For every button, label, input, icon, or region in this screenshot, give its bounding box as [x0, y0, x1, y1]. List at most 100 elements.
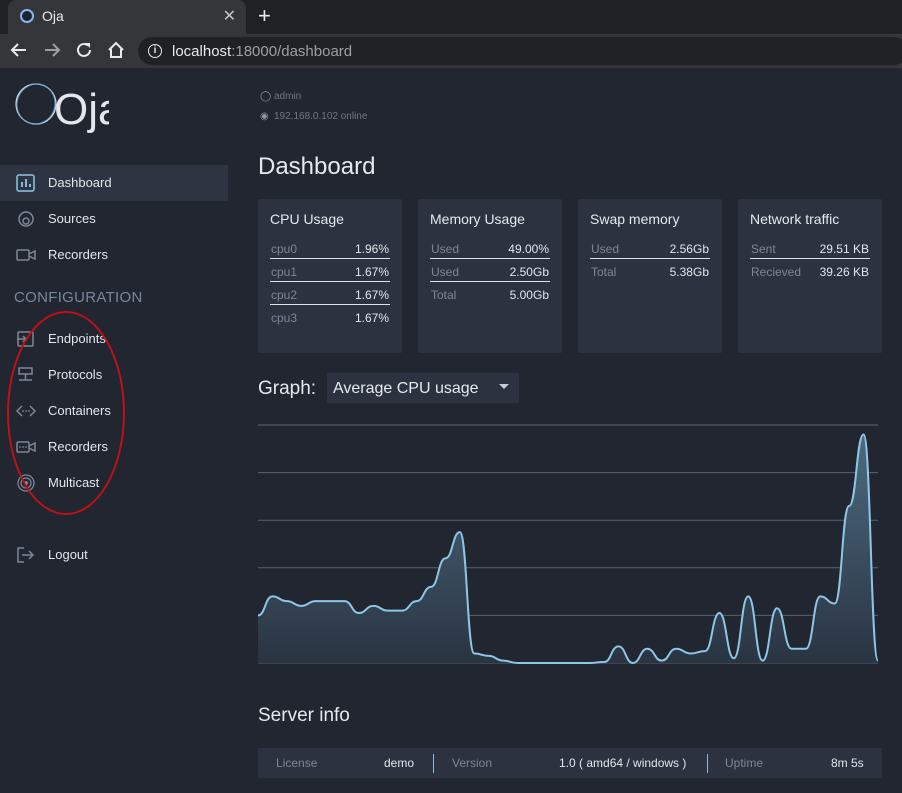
graph-type-select[interactable]: Average CPU usage — [327, 373, 519, 403]
browser-tabbar: Oja ✕ + — [0, 0, 902, 34]
main-content: ◯ admin ◉ 192.168.0.102 online Dashboard C… — [228, 68, 902, 793]
online-status-icon: ◉ — [260, 111, 269, 122]
stat-row: Total 5.38Gb — [590, 259, 710, 282]
stat-value: 29.51 KB — [819, 242, 869, 256]
server-info-title: Server info — [258, 705, 350, 726]
card-title: Memory Usage — [430, 211, 525, 227]
home-button[interactable] — [105, 40, 127, 65]
home-icon — [108, 41, 124, 58]
back-arrow-icon — [10, 43, 26, 57]
stat-row: Used 2.56Gb — [590, 236, 710, 259]
stat-value: 1.67% — [354, 311, 389, 325]
sidebar-item-label: Sources — [48, 211, 96, 226]
stat-value: 39.26 KB — [819, 265, 869, 279]
stat-value: 2.50Gb — [509, 265, 549, 279]
stat-value: 1.67% — [354, 288, 389, 302]
close-tab-icon[interactable]: ✕ — [223, 6, 236, 26]
divider — [433, 754, 434, 773]
status-line: ◉ 192.168.0.102 online — [260, 111, 367, 122]
stat-label: cpu2 — [271, 288, 298, 302]
stat-value: 2.56Gb — [669, 242, 709, 256]
username: admin — [274, 91, 302, 102]
tab-title: Oja — [42, 8, 64, 24]
url-host: localhost — [172, 43, 232, 60]
status-text: 192.168.0.102 online — [274, 111, 368, 122]
stat-row: Total 5.00Gb — [430, 282, 550, 305]
url-path: :18000/dashboard — [231, 43, 353, 60]
cpu-usage-card: CPU Usage cpu0 1.96% cpu1 1.67% cpu2 1.67% … — [258, 199, 402, 353]
stat-value: 1.67% — [354, 265, 389, 279]
stat-label: Recieved — [751, 265, 802, 279]
stat-label: cpu3 — [271, 311, 298, 325]
oja-logo: Oja — [14, 82, 123, 139]
stat-value: 1.96% — [354, 242, 389, 256]
app-favicon-icon — [20, 9, 34, 23]
sidebar-item-dashboard[interactable]: Dashboard — [0, 165, 228, 201]
stat-value: 5.38Gb — [669, 265, 709, 279]
configuration-heading: CONFIGURATION — [14, 289, 143, 306]
graph-select-value: Average CPU usage — [333, 380, 479, 397]
stat-value: 49.00% — [508, 242, 549, 256]
stat-label: Sent — [751, 242, 776, 256]
logo-text: Oja — [54, 85, 109, 134]
dropdown-caret-icon — [499, 384, 509, 389]
stat-row: cpu0 1.96% — [270, 236, 390, 259]
forward-button[interactable] — [41, 40, 63, 65]
stat-row: cpu2 1.67% — [270, 282, 390, 305]
stat-label: Used — [431, 242, 460, 256]
stat-row: Recieved 39.26 KB — [750, 259, 870, 282]
stat-label: Total — [431, 288, 457, 302]
version-label: Version — [452, 756, 493, 770]
swap-memory-card: Swap memory Used 2.56Gb Total 5.38Gb — [578, 199, 722, 353]
back-button[interactable] — [8, 40, 30, 65]
memory-usage-card: Memory Usage Used 49.00% Used 2.50Gb Total… — [418, 199, 562, 353]
card-title: CPU Usage — [270, 211, 344, 227]
address-bar[interactable]: i localhost:18000/dashboard — [138, 37, 902, 65]
stat-label: Used — [431, 265, 460, 279]
forward-arrow-icon — [45, 43, 61, 57]
browser-toolbar: i localhost:18000/dashboard — [0, 34, 902, 68]
license-value: demo — [384, 756, 415, 770]
uptime-value: 8m 5s — [831, 756, 864, 770]
license-label: License — [276, 756, 318, 770]
stat-label: Total — [591, 265, 617, 279]
stat-row: Sent 29.51 KB — [750, 236, 870, 259]
sidebar: Oja Dashboard Sources Recorders CONFIGUR… — [0, 68, 228, 793]
cpu-usage-chart — [258, 424, 878, 665]
annotation-ellipse — [7, 311, 125, 515]
oja-logo-icon: Oja — [15, 83, 123, 134]
new-tab-button[interactable]: + — [258, 3, 271, 29]
stat-row: Used 49.00% — [430, 236, 550, 259]
divider — [707, 754, 708, 773]
sidebar-item-label: Logout — [48, 547, 88, 562]
network-traffic-card: Network traffic Sent 29.51 KB Recieved 39.… — [738, 199, 882, 353]
sidebar-item-label: Dashboard — [48, 175, 112, 190]
version-value: 1.0 ( amd64 / windows ) — [559, 756, 687, 770]
stat-row: cpu3 1.67% — [270, 305, 390, 328]
site-info-icon[interactable]: i — [148, 44, 162, 58]
stat-row: Used 2.50Gb — [430, 259, 550, 282]
card-title: Swap memory — [590, 211, 680, 227]
stat-row: cpu1 1.67% — [270, 259, 390, 282]
sidebar-item-recorders[interactable]: Recorders — [0, 237, 228, 273]
page-title: Dashboard — [258, 153, 376, 180]
reload-button[interactable] — [73, 40, 95, 65]
graph-label: Graph: — [258, 378, 317, 399]
reload-icon — [77, 42, 91, 57]
camera-icon — [16, 249, 36, 261]
browser-tab[interactable]: Oja ✕ — [8, 0, 246, 34]
stat-label: cpu1 — [271, 265, 298, 279]
source-icon — [18, 211, 34, 227]
app: Oja Dashboard Sources Recorders CONFIGUR… — [0, 68, 902, 793]
sidebar-item-logout[interactable]: Logout — [0, 537, 228, 573]
user-line: ◯ admin — [260, 91, 301, 102]
uptime-label: Uptime — [725, 756, 764, 770]
stat-label: cpu0 — [271, 242, 298, 256]
sidebar-item-label: Recorders — [48, 247, 108, 262]
user-icon: ◯ — [260, 91, 272, 102]
card-title: Network traffic — [750, 211, 840, 227]
server-info-bar: License demo Version 1.0 ( amd64 / windo… — [258, 748, 882, 778]
stat-value: 5.00Gb — [509, 288, 549, 302]
logout-icon — [17, 547, 35, 563]
sidebar-item-sources[interactable]: Sources — [0, 201, 228, 237]
